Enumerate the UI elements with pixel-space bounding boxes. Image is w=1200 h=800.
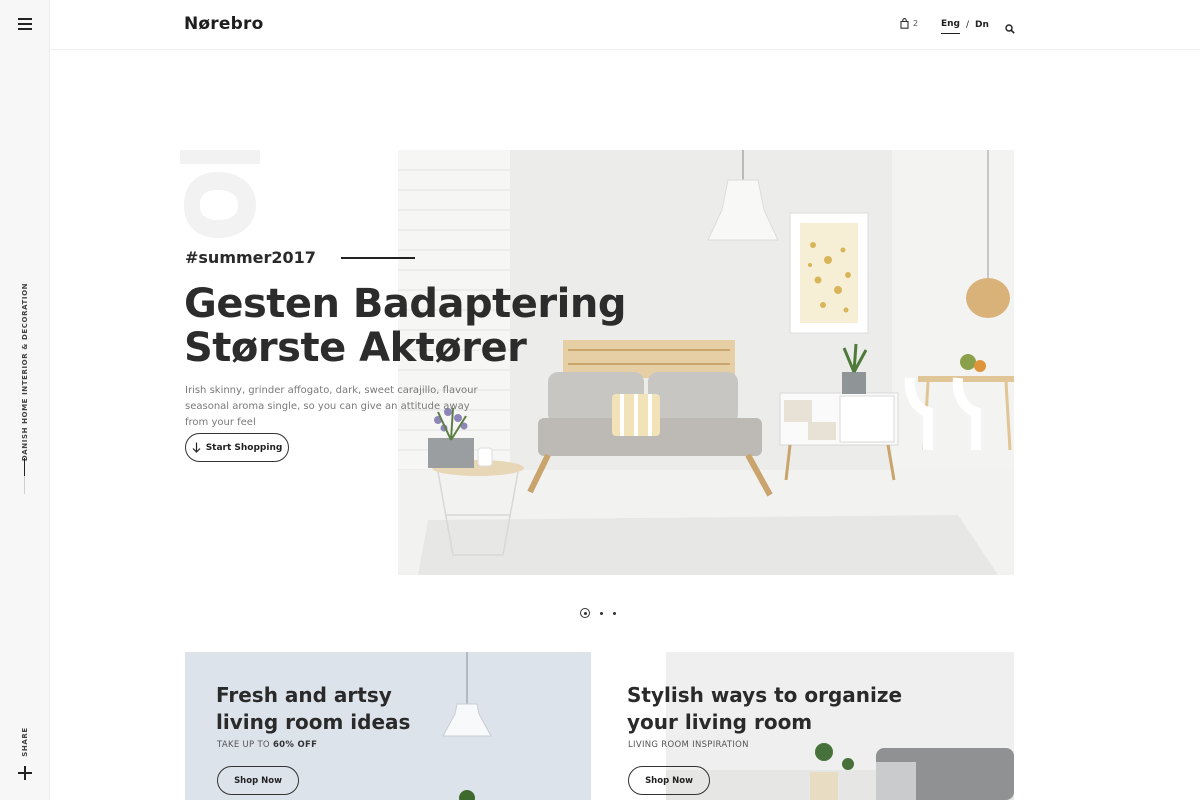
slider-pagination (580, 608, 616, 618)
slider-dot-3[interactable] (613, 611, 616, 615)
arrow-down-icon (192, 442, 201, 453)
hero-tag-line (341, 257, 415, 259)
promo-card-1-shop-now-button[interactable]: Shop Now (217, 766, 299, 795)
menu-icon[interactable] (18, 18, 32, 30)
shopping-bag-icon (900, 18, 909, 29)
promo-card-2-title-line-2: your living room (627, 710, 813, 734)
promo-card-1-title: Fresh and artsy living room ideas (216, 682, 410, 736)
start-shopping-button[interactable]: Start Shopping (185, 433, 289, 462)
promo-card-1-title-line-2: living room ideas (216, 710, 411, 734)
promo-card-2-subtitle: LIVING ROOM INSPIRATION (628, 740, 749, 750)
promo-card-living-room-ideas[interactable]: Fresh and artsy living room ideas TAKE U… (185, 652, 591, 800)
hero-description: Irish skinny, grinder affogato, dark, sw… (185, 385, 478, 428)
hero-title: Gesten Badaptering Største Aktører (184, 282, 626, 370)
slider-dot-1[interactable] (580, 608, 590, 618)
share-plus-icon[interactable] (18, 766, 32, 780)
slider-dot-2[interactable] (600, 611, 603, 615)
language-switcher: Eng / Dn (941, 19, 989, 34)
promo-card-1-title-line-1: Fresh and artsy (216, 683, 392, 707)
promo-card-1-discount: 60% OFF (272, 740, 318, 750)
rail-tagline: DANISH HOME INTERIOR & DECORATION (21, 282, 29, 462)
hero-title-line-1: Gesten Badaptering (184, 281, 626, 327)
lang-separator: / (966, 19, 970, 30)
promo-card-2-title-line-1: Stylish ways to organize (627, 683, 903, 707)
promo-card-organize-living-room[interactable]: Stylish ways to organize your living roo… (614, 652, 1014, 800)
promo-card-1-subtitle: TAKE UP TO 60% OFF (217, 740, 317, 750)
search-icon[interactable] (1005, 19, 1015, 38)
rail-divider (24, 458, 25, 476)
top-header: Nørebro 2 Eng / Dn (50, 0, 1200, 50)
lang-eng-link[interactable]: Eng (941, 19, 960, 34)
promo-card-2-shop-now-button[interactable]: Shop Now (628, 766, 710, 795)
promo-card-2-title: Stylish ways to organize your living roo… (627, 682, 902, 736)
start-shopping-label: Start Shopping (205, 442, 283, 453)
lang-dn-link[interactable]: Dn (975, 20, 989, 34)
rail-divider-light (24, 476, 25, 494)
slide-number-watermark (180, 150, 260, 240)
hero-tag: #summer2017 (185, 248, 316, 267)
left-rail: DANISH HOME INTERIOR & DECORATION SHARE (0, 0, 50, 800)
site-logo[interactable]: Nørebro (184, 14, 263, 34)
hero-title-line-2: Største Aktører (184, 325, 527, 371)
share-label: SHARE (21, 727, 29, 757)
promo-card-1-subtitle-prefix: TAKE UP TO (217, 740, 270, 750)
cart-count-badge: 2 (913, 19, 919, 28)
cart-button[interactable]: 2 (900, 18, 918, 29)
